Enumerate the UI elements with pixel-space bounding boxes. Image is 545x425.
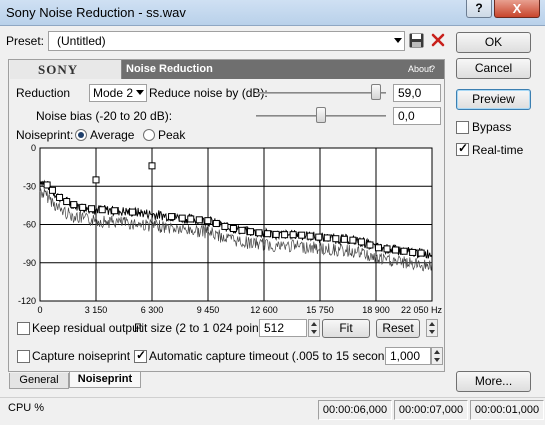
curve-control-point[interactable]	[349, 236, 357, 244]
graph-y-tick-label: -90	[23, 258, 36, 268]
curve-control-point[interactable]	[148, 162, 156, 170]
auto-capture-field[interactable]: 1,000	[385, 347, 431, 365]
curve-control-point[interactable]	[357, 238, 365, 246]
capture-noiseprint-label: Capture noiseprint	[32, 349, 131, 363]
graph-y-tick-label: 0	[31, 143, 36, 153]
curve-control-point[interactable]	[392, 246, 400, 254]
curve-control-point[interactable]	[306, 232, 314, 240]
curve-control-point[interactable]	[238, 226, 246, 234]
auto-capture-checkbox[interactable]: ✓	[134, 348, 147, 363]
cpu-label: CPU %	[8, 402, 45, 414]
spin-down-icon[interactable]	[434, 358, 440, 362]
tab-general[interactable]: General	[9, 373, 69, 389]
spin-down-icon[interactable]	[429, 330, 435, 334]
curve-control-point[interactable]	[409, 248, 417, 256]
fit-size-spinner[interactable]	[308, 319, 320, 337]
check-icon: ✓	[136, 348, 147, 362]
reset-button[interactable]: Reset	[376, 319, 420, 338]
graph-x-tick-label: 18 900	[362, 305, 390, 315]
curve-control-point[interactable]	[229, 225, 237, 233]
curve-control-point[interactable]	[187, 215, 195, 223]
auto-capture-spinner[interactable]	[431, 347, 443, 365]
graph-x-tick-label: 22 050 Hz	[401, 305, 443, 315]
curve-control-point[interactable]	[366, 241, 374, 249]
curve-control-point[interactable]	[168, 213, 176, 221]
fit-size-label: Fit size (2 to 1 024 points):	[134, 321, 276, 335]
reset-spinner[interactable]	[426, 319, 438, 337]
curve-control-point[interactable]	[340, 235, 348, 243]
graph-x-tick-label: 15 750	[306, 305, 334, 315]
more-button[interactable]: More...	[456, 371, 531, 392]
selection-start: 00:00:06,000	[318, 400, 392, 420]
curve-control-point[interactable]	[92, 176, 100, 184]
curve-control-point[interactable]	[281, 231, 289, 239]
curve-control-point[interactable]	[70, 201, 78, 209]
curve-control-point[interactable]	[255, 229, 263, 237]
curve-control-point[interactable]	[204, 217, 212, 225]
curve-control-point[interactable]	[246, 228, 254, 236]
curve-control-point[interactable]	[298, 231, 306, 239]
curve-control-point[interactable]	[212, 220, 220, 228]
curve-control-point[interactable]	[63, 198, 71, 206]
curve-control-point[interactable]	[383, 245, 391, 253]
keep-residual-label: Keep residual output	[32, 321, 143, 335]
curve-control-point[interactable]	[264, 230, 272, 238]
fit-button[interactable]: Fit	[322, 319, 370, 338]
curve-control-point[interactable]	[88, 205, 96, 213]
curve-control-point[interactable]	[323, 234, 331, 242]
spin-up-icon[interactable]	[429, 322, 435, 326]
spin-up-icon[interactable]	[434, 350, 440, 354]
graph-x-tick-label: 6 300	[141, 305, 164, 315]
curve-control-point[interactable]	[111, 207, 119, 215]
keep-residual-checkbox[interactable]	[17, 322, 30, 335]
curve-control-point[interactable]	[178, 214, 186, 222]
curve-control-point[interactable]	[48, 186, 56, 194]
fit-size-field[interactable]: 512	[259, 319, 307, 337]
graph-x-tick-label: 0	[37, 305, 42, 315]
curve-control-point[interactable]	[128, 208, 136, 216]
curve-control-point[interactable]	[289, 231, 297, 239]
curve-control-point[interactable]	[98, 206, 106, 214]
tab-noiseprint[interactable]: Noiseprint	[69, 372, 141, 388]
spin-down-icon[interactable]	[311, 330, 317, 334]
graph-y-tick-label: -120	[18, 296, 36, 306]
selection-end: 00:00:07,000	[394, 400, 468, 420]
curve-control-point[interactable]	[417, 249, 425, 257]
curve-control-point[interactable]	[79, 203, 87, 211]
graph-y-tick-label: -30	[23, 181, 36, 191]
curve-control-point[interactable]	[374, 244, 382, 252]
curve-control-point[interactable]	[195, 216, 203, 224]
curve-control-point[interactable]	[332, 235, 340, 243]
capture-noiseprint-checkbox[interactable]	[17, 350, 30, 363]
graph-y-tick-label: -60	[23, 220, 36, 230]
curve-control-point[interactable]	[272, 230, 280, 238]
selection-length: 00:00:01,000	[470, 400, 544, 420]
graph-x-tick-label: 12 600	[250, 305, 278, 315]
curve-control-point[interactable]	[400, 247, 408, 255]
curve-control-point[interactable]	[315, 233, 323, 241]
graph-x-tick-label: 9 450	[197, 305, 220, 315]
curve-control-point[interactable]	[56, 193, 64, 201]
graph-x-tick-label: 3 150	[85, 305, 108, 315]
spin-up-icon[interactable]	[311, 322, 317, 326]
curve-control-point[interactable]	[221, 222, 229, 230]
auto-capture-label: Automatic capture timeout (.005 to 15 se…	[149, 349, 405, 363]
